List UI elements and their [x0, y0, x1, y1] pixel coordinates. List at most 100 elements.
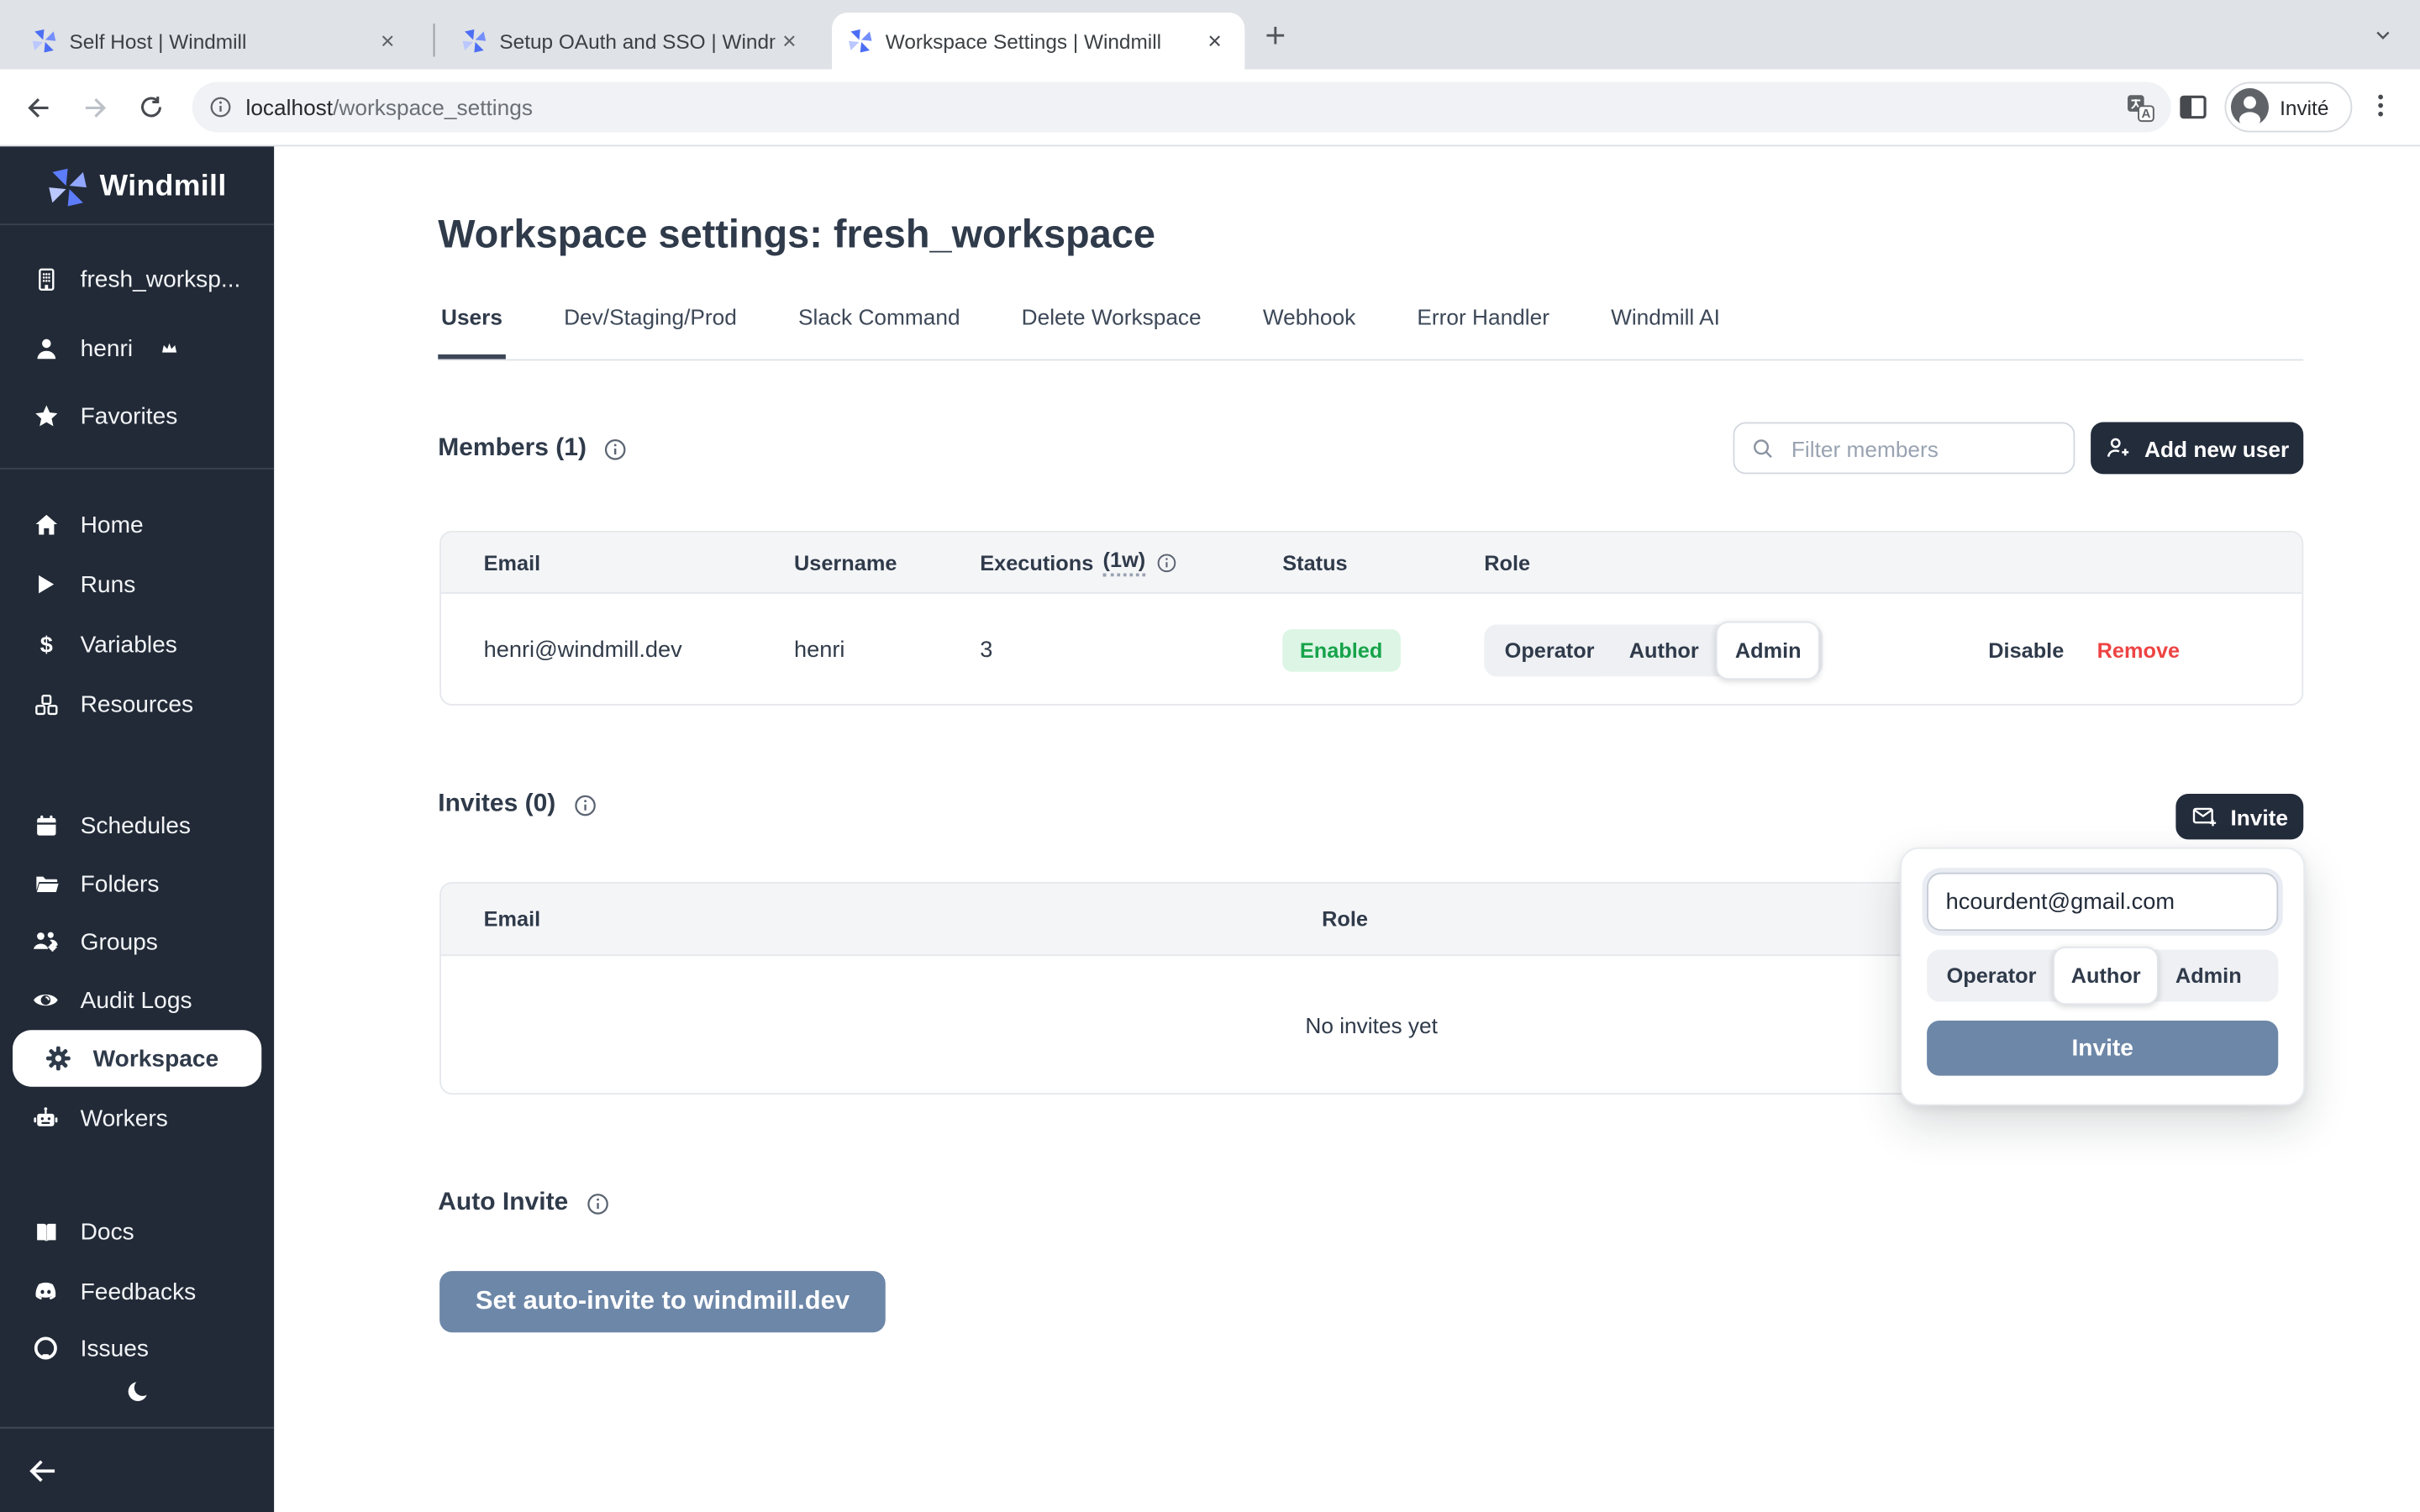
tab-dev-staging-prod[interactable]: Dev/Staging/Prod [560, 304, 739, 360]
sidebar-item-runs[interactable]: Runs [0, 554, 274, 614]
popup-invite-submit-button[interactable]: Invite [1927, 1021, 2278, 1076]
browser-tab-oauth[interactable]: Setup OAuth and SSO | Windm [446, 13, 819, 70]
info-icon[interactable] [602, 435, 629, 462]
popup-role-author-button[interactable]: Author [2053, 947, 2159, 1005]
url-host: localhost [246, 95, 334, 120]
sidebar-divider [0, 1427, 274, 1429]
avatar [2231, 88, 2269, 126]
role-author-button[interactable]: Author [1612, 624, 1716, 676]
sidebar-item-workspace[interactable]: Workspace [13, 1030, 261, 1087]
browser-tab-title: Setup OAuth and SSO | Windm [499, 29, 775, 53]
user-plus-icon [2105, 435, 2132, 462]
info-icon[interactable] [1155, 550, 1178, 574]
member-email: henri@windmill.dev [484, 637, 682, 662]
sidebar-item-user[interactable]: henri [0, 318, 274, 378]
mail-plus-icon [2191, 803, 2218, 830]
side-panel-icon[interactable] [2177, 92, 2209, 123]
tab-close-icon[interactable] [1201, 27, 1229, 55]
role-admin-button[interactable]: Admin [1716, 621, 1820, 679]
new-tab-button[interactable] [1260, 20, 1291, 50]
sidebar-item-variables[interactable]: $ Variables [0, 614, 274, 674]
sidebar-item-groups[interactable]: Groups [0, 912, 274, 972]
translate-icon[interactable]: A [2125, 92, 2155, 123]
members-heading-row: Members (1) [438, 435, 629, 464]
github-icon [32, 1334, 60, 1362]
browser-toolbar: localhost/workspace_settings A Invité [0, 70, 2420, 147]
main-content: Workspace settings: fresh_workspace User… [274, 146, 2420, 1512]
browser-tab-strip: Self Host | Windmill Setup OAuth and SSO… [0, 0, 2420, 70]
browser-tab-self-host[interactable]: Self Host | Windmill [16, 13, 418, 70]
invite-email-input[interactable] [1927, 873, 2278, 931]
sidebar-item-audit-logs[interactable]: Audit Logs [0, 970, 274, 1030]
add-new-user-button[interactable]: Add new user [2091, 423, 2303, 475]
tab-slack-command[interactable]: Slack Command [795, 304, 963, 360]
browser-profile-button[interactable]: Invité [2225, 82, 2353, 133]
sidebar-item-workspace-switcher[interactable]: fresh_worksp... [0, 249, 274, 308]
sidebar-item-resources[interactable]: Resources [0, 675, 274, 734]
browser-tab-workspace-settings[interactable]: Workspace Settings | Windmill [832, 13, 1244, 70]
popup-role-operator-button[interactable]: Operator [1930, 950, 2053, 1002]
tab-windmill-ai[interactable]: Windmill AI [1607, 304, 1723, 360]
sidebar-item-workers[interactable]: Workers [0, 1089, 274, 1148]
sidebar-item-favorites[interactable]: Favorites [0, 386, 274, 445]
add-new-user-label: Add new user [2144, 435, 2289, 460]
dark-mode-toggle[interactable] [0, 1377, 274, 1407]
col-role: Role [1484, 550, 1530, 574]
sidebar-item-issues[interactable]: Issues [0, 1318, 274, 1378]
filter-members-input[interactable] [1788, 434, 2058, 463]
popup-role-admin-button[interactable]: Admin [2159, 950, 2258, 1002]
nav-label: Runs [81, 571, 136, 598]
svg-text:A: A [2141, 106, 2150, 120]
nav-label: Folders [81, 870, 160, 897]
nav-label: Groups [81, 928, 158, 955]
calendar-icon [32, 812, 60, 839]
tab-delete-workspace[interactable]: Delete Workspace [1018, 304, 1205, 360]
invite-button[interactable]: Invite [2175, 794, 2303, 839]
info-icon[interactable] [584, 1190, 611, 1217]
admin-crown-icon [160, 338, 180, 358]
col-email: Email [484, 550, 541, 574]
sidebar-item-home[interactable]: Home [0, 495, 274, 554]
browser-menu-icon[interactable] [2366, 92, 2395, 120]
folder-icon [32, 870, 60, 897]
info-icon[interactable] [571, 791, 598, 818]
sidebar-item-schedules[interactable]: Schedules [0, 795, 274, 855]
settings-tabs: Users Dev/Staging/Prod Slack Command Del… [438, 304, 2303, 361]
back-button[interactable] [13, 82, 63, 133]
tab-close-icon[interactable] [776, 27, 804, 55]
brand-name: Windmill [100, 171, 227, 205]
remove-button[interactable]: Remove [2097, 638, 2180, 661]
nav-label: Variables [81, 631, 177, 658]
nav-label: Audit Logs [81, 987, 192, 1014]
col-status: Status [1282, 550, 1347, 574]
col-username: Username [794, 550, 897, 574]
site-info-icon[interactable] [208, 95, 234, 120]
play-icon [32, 572, 60, 597]
set-auto-invite-button[interactable]: Set auto-invite to windmill.dev [439, 1271, 886, 1332]
filter-members-box[interactable] [1733, 423, 2075, 475]
user-icon [32, 334, 60, 361]
windmill-logo[interactable]: Windmill [0, 159, 274, 216]
sidebar-item-feedbacks[interactable]: Feedbacks [0, 1262, 274, 1321]
status-badge: Enabled [1282, 628, 1400, 671]
forward-button[interactable] [70, 82, 120, 133]
nav-label: Resources [81, 690, 193, 717]
sidebar-item-folders[interactable]: Folders [0, 853, 274, 913]
tab-webhook[interactable]: Webhook [1260, 304, 1359, 360]
disable-button[interactable]: Disable [1988, 638, 2064, 661]
sidebar-divider [0, 468, 274, 470]
reload-button[interactable] [126, 82, 176, 133]
address-bar[interactable]: localhost/workspace_settings A [192, 82, 2171, 133]
tab-users[interactable]: Users [438, 304, 505, 360]
building-icon [32, 265, 60, 292]
nav-label: Workers [81, 1105, 168, 1131]
tab-close-icon[interactable] [373, 27, 402, 55]
sidebar-item-docs[interactable]: Docs [0, 1202, 274, 1262]
profile-label: Invité [2280, 95, 2328, 118]
tab-error-handler[interactable]: Error Handler [1414, 304, 1553, 360]
role-operator-button[interactable]: Operator [1487, 624, 1612, 676]
members-heading: Members (1) [438, 435, 587, 464]
collapse-sidebar-button[interactable] [25, 1454, 60, 1488]
col-executions-window: (1w) [1103, 549, 1146, 577]
tab-search-chevron-icon[interactable] [2371, 25, 2395, 45]
